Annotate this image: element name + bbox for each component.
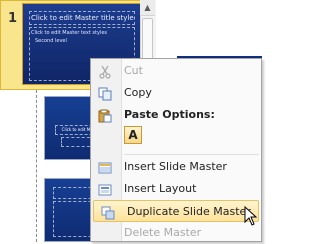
mouse-pointer-icon xyxy=(244,205,258,226)
insert-layout-icon xyxy=(98,182,112,196)
menu-item-label: Insert Layout xyxy=(124,182,197,195)
menu-item-paste-options: Paste Options: xyxy=(91,104,261,126)
menu-item-label: Copy xyxy=(124,86,152,99)
menu-item-label: Cut xyxy=(124,64,143,77)
copy-icon xyxy=(98,86,112,101)
insert-slide-master-icon xyxy=(98,160,112,174)
master-body-sub-text: Second level xyxy=(35,38,67,44)
menu-item-duplicate-slide-master[interactable]: Duplicate Slide Master xyxy=(93,200,259,222)
master-title-text: Click to edit Master title style xyxy=(31,14,134,22)
menu-separator xyxy=(124,154,259,155)
scroll-up-arrow-icon[interactable]: ▲ xyxy=(140,0,155,16)
menu-item-label: Paste Options: xyxy=(124,108,215,121)
menu-item-label: Delete Master xyxy=(124,226,202,239)
slide-number: 1 xyxy=(8,11,18,26)
scissors-icon xyxy=(98,64,112,79)
menu-item-label: Duplicate Slide Master xyxy=(127,205,251,218)
menu-item-cut[interactable]: Cut xyxy=(91,60,261,82)
master-body-text: Click to edit Master text styles xyxy=(31,30,108,36)
menu-item-label: Insert Slide Master xyxy=(124,160,227,173)
duplicate-icon xyxy=(101,205,115,220)
delete-icon xyxy=(98,226,112,240)
context-menu: Cut Copy Paste Options: A Insert Slide M… xyxy=(90,58,262,242)
menu-item-copy[interactable]: Copy xyxy=(91,82,261,104)
paste-keep-text-only-button[interactable]: A xyxy=(124,126,142,144)
menu-item-delete-master[interactable]: Delete Master xyxy=(91,222,261,244)
menu-item-insert-slide-master[interactable]: Insert Slide Master xyxy=(91,156,261,178)
menu-item-insert-layout[interactable]: Insert Layout xyxy=(91,178,261,200)
paste-icon xyxy=(98,108,112,123)
layout-connector xyxy=(36,90,37,242)
